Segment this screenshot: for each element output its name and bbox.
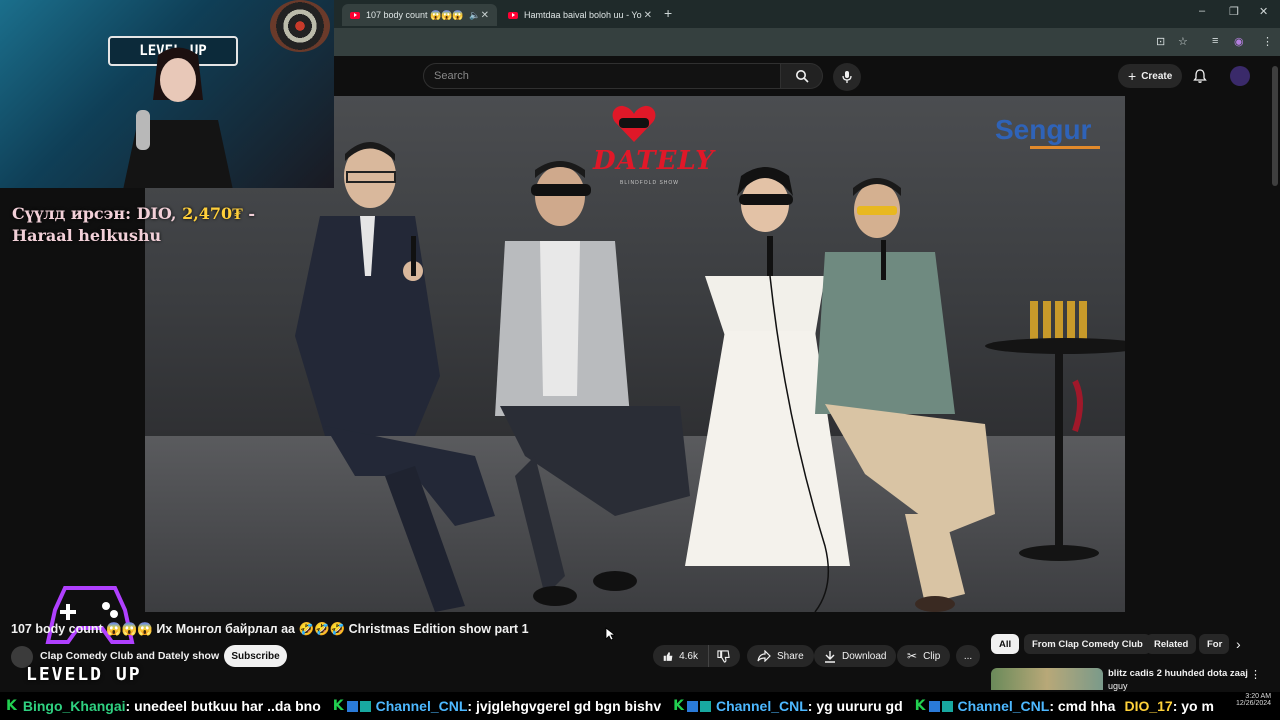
donation-amount: 2,470₮	[182, 204, 243, 223]
tab-close-icon[interactable]: ✕	[644, 10, 652, 21]
new-tab-button[interactable]: +	[664, 5, 672, 21]
create-button[interactable]: + Create	[1118, 64, 1183, 88]
thumbs-down-icon	[717, 649, 730, 663]
download-icon	[825, 650, 835, 663]
chevron-right-icon[interactable]: ›	[1236, 636, 1241, 652]
tab-video-active[interactable]: 107 body count 😱😱😱 И 🔈 ✕	[342, 4, 497, 26]
dislike-button[interactable]	[708, 645, 740, 667]
plus-icon: +	[1128, 68, 1137, 84]
chat-username: Channel_CNL	[375, 698, 468, 714]
maximize-button[interactable]: ❐	[1229, 5, 1239, 18]
chat-badge-icon	[928, 700, 940, 712]
search-input[interactable]: Search	[423, 63, 781, 89]
more-actions-button[interactable]: ...	[956, 645, 980, 667]
related-video-title[interactable]: blitz cadis 2 huuhded dota zaaj	[1108, 668, 1248, 679]
chip-from-channel[interactable]: From Clap Comedy Club	[1024, 634, 1151, 654]
video-title: 107 body count 😱😱😱 Их Монгол байрлал аа …	[11, 622, 529, 636]
donation-prefix: Сүүлд ирсэн: DIO,	[12, 204, 183, 223]
gamepad-logo-icon	[45, 586, 135, 644]
channel-name[interactable]: Clap Comedy Club and Dately show	[40, 650, 219, 662]
more-horizontal-icon: ...	[963, 650, 973, 662]
mouse-cursor-icon	[605, 627, 615, 641]
chat-ticker: K Bingo_Khangai : unedeel butkuu har ..d…	[0, 692, 1280, 720]
chat-badge-icon	[359, 700, 371, 712]
like-count: 4.6k	[679, 650, 698, 662]
clock-date: 12/26/2024	[1236, 700, 1272, 707]
chat-message: : cmd hha	[1049, 698, 1116, 714]
screen: 107 body count 😱😱😱 И 🔈 ✕ Hamtdaa baival …	[0, 0, 1280, 720]
chip-related[interactable]: Related	[1146, 634, 1197, 654]
chat-message: : yo m	[1172, 698, 1214, 714]
speaker-icon[interactable]: 🔈	[469, 10, 480, 21]
subscribe-button[interactable]: Subscribe	[224, 645, 287, 667]
download-button[interactable]: Download	[814, 645, 897, 667]
related-video-thumbnail[interactable]	[991, 668, 1103, 690]
share-label: Share	[777, 650, 804, 662]
ticker-kick-icon: K	[6, 698, 17, 714]
sponsor-logo: Sengur	[995, 114, 1092, 145]
tab-title: 107 body count 😱😱😱 И	[365, 9, 466, 20]
related-more-icon[interactable]: ⋮	[1250, 668, 1261, 681]
ticker-kick-icon: K	[673, 698, 684, 714]
streamer-figure	[123, 47, 233, 188]
create-label: Create	[1141, 70, 1173, 82]
streamer-webcam: LEVEL UP	[0, 0, 334, 188]
clip-button[interactable]: ✂ Clip	[897, 645, 951, 667]
chat-badge-icon	[686, 700, 698, 712]
chat-message: : jvjglehgvgerel gd bgn bishv	[467, 698, 662, 714]
leveld-up-logo: LEVELD UP	[26, 664, 142, 685]
page-scrollbar[interactable]	[1272, 66, 1278, 186]
man-grey-suit-blindfold	[495, 161, 690, 606]
close-window-button[interactable]: ✕	[1259, 5, 1268, 18]
tab-close-icon[interactable]: ✕	[481, 10, 489, 21]
download-label: Download	[842, 650, 887, 662]
chip-all[interactable]: All	[991, 634, 1020, 654]
side-table-with-bottles	[985, 301, 1125, 561]
chat-username: Bingo_Khangai	[22, 698, 126, 714]
media-controls-icon[interactable]: ≡	[1212, 35, 1218, 47]
scissors-icon: ✂	[907, 649, 918, 663]
chat-username: Channel_CNL	[715, 698, 808, 714]
chat-message: : unedeel butkuu har ..da bno	[125, 698, 321, 714]
ticker-kick-icon: K	[332, 698, 344, 714]
account-avatar[interactable]	[1230, 66, 1250, 86]
like-button[interactable]: 4.6k	[653, 645, 708, 667]
notifications-bell-icon[interactable]	[1192, 68, 1208, 84]
bookmark-star-icon[interactable]: ☆	[1178, 35, 1188, 48]
install-app-icon[interactable]: ⊡	[1156, 35, 1165, 48]
chat-badge-icon	[699, 700, 711, 712]
chat-badge-icon	[346, 700, 358, 712]
browser-menu-icon[interactable]: ⋮	[1262, 35, 1273, 48]
chat-username: Channel_CNL	[957, 698, 1050, 714]
dartboard	[270, 0, 330, 52]
donation-alert: Сүүлд ирсэн: DIO, 2,470₮ - Haraal helkus…	[12, 203, 255, 247]
chat-username: DIO_17	[1124, 698, 1173, 714]
chat-message: : yg uururu gd	[807, 698, 903, 714]
youtube-favicon-icon	[508, 11, 518, 19]
sponsor-logo-underline	[1030, 146, 1100, 149]
share-button[interactable]: Share	[747, 645, 814, 667]
clip-label: Clip	[923, 650, 941, 662]
search-button[interactable]	[781, 63, 823, 89]
ticker-kick-icon: K	[914, 698, 926, 714]
donation-dash: -	[242, 204, 256, 223]
youtube-favicon-icon	[350, 11, 360, 19]
tab-second[interactable]: Hamtdaa baival boloh uu - You ✕	[500, 4, 660, 26]
microphone-icon	[842, 71, 852, 83]
share-icon	[757, 650, 771, 662]
chip-for-you[interactable]: For	[1199, 634, 1229, 654]
tab-title: Hamtdaa baival boloh uu - You	[524, 10, 642, 20]
voice-search-button[interactable]	[833, 63, 861, 91]
donation-message: Haraal helkushu	[12, 226, 162, 245]
heart-logo-icon	[612, 105, 656, 142]
thumbs-up-icon	[663, 651, 673, 661]
taskbar-clock: 3:20 AM 12/26/2024	[1236, 693, 1271, 707]
related-video-subtitle: uguy	[1108, 681, 1128, 691]
search-icon	[795, 70, 809, 83]
extension-icon[interactable]: ◉	[1234, 35, 1244, 48]
chat-badge-icon	[941, 700, 953, 712]
minimize-button[interactable]: –	[1199, 5, 1205, 17]
clock-time: 3:20 AM	[1245, 693, 1272, 700]
